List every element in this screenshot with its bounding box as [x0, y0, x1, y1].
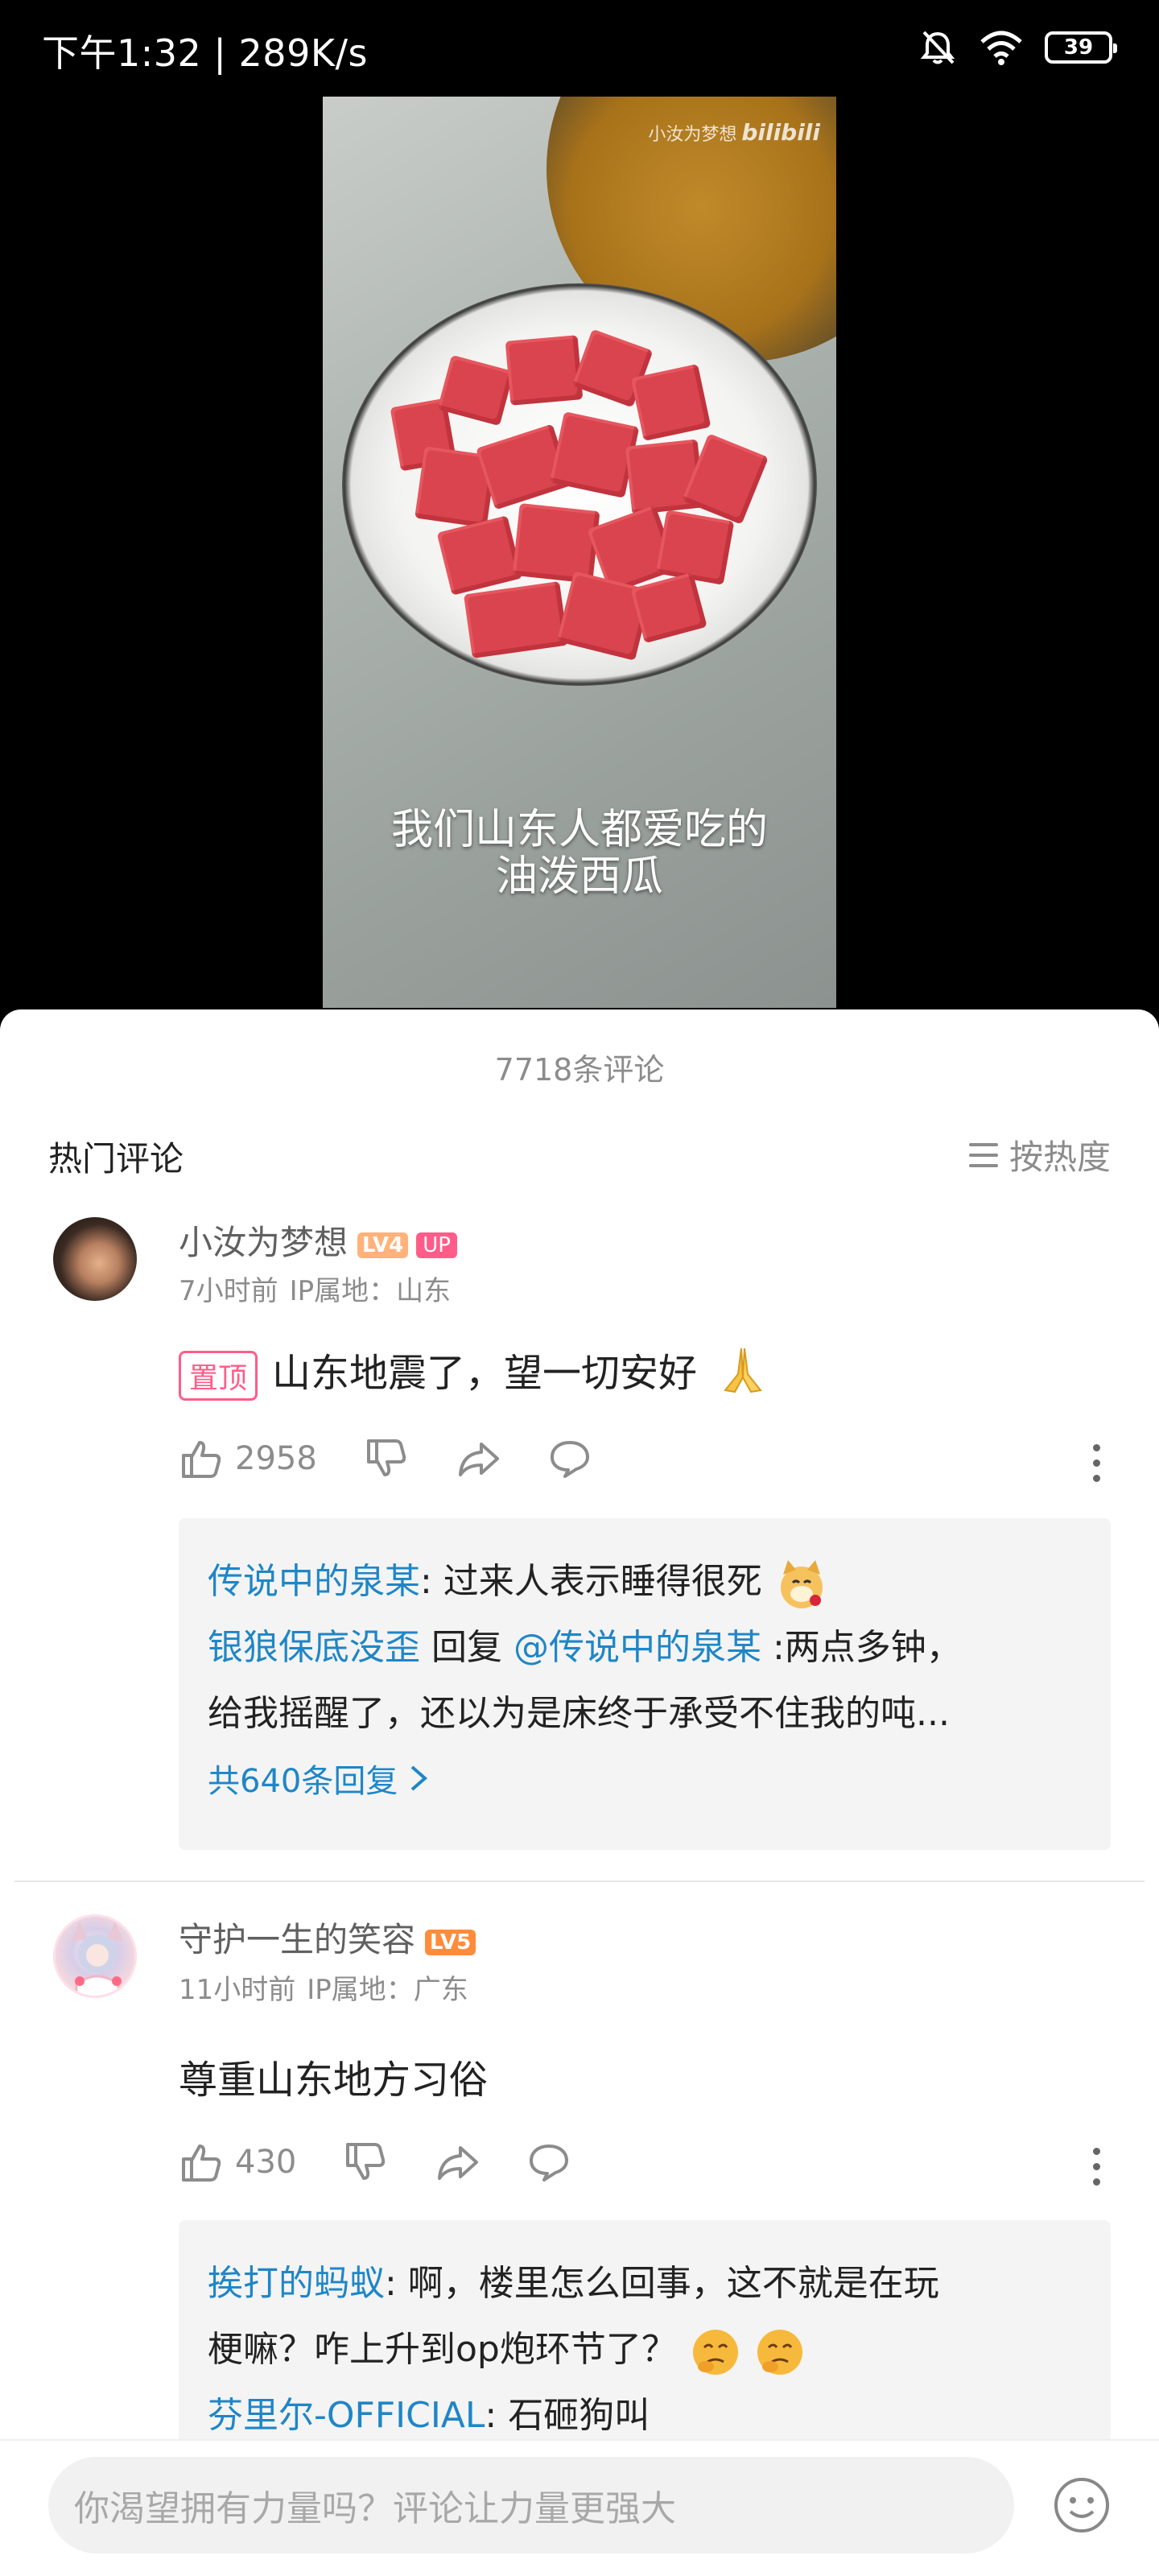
comment-username[interactable]: 守护一生的笑容 LV5: [179, 1913, 476, 1962]
reply-mention[interactable]: @传说中的泉某: [514, 1627, 761, 1668]
mute-bell-icon: [920, 31, 955, 64]
comment-bubble-icon: [530, 2145, 569, 2182]
up-badge: UP: [416, 1232, 457, 1258]
thumbs-up-icon: [182, 2145, 221, 2182]
wifi-icon: [980, 31, 1022, 65]
comment-sheet: 7718条评论 热门评论 按热度 小汝为梦想 LV4 UP 7小时前 IP属地：山东 …: [0, 1009, 1159, 2576]
video-player[interactable]: 小汝为梦想 bilibili 我们山东人都爱吃的 油泼西瓜: [323, 97, 836, 1008]
reply-item: 挨打的蚂蚁: 啊，楼里怎么回事，这不就是在玩: [208, 2263, 939, 2304]
doge-rose-emoji-icon: [773, 1557, 827, 1610]
view-all-replies-link[interactable]: 共640条回复: [208, 1755, 1082, 1802]
sort-button[interactable]: 按热度: [968, 1130, 1111, 1179]
like-button[interactable]: 430: [179, 2140, 296, 2185]
comment-text: 置顶 山东地震了，望一切安好: [179, 1341, 769, 1406]
reply-button[interactable]: [526, 2140, 571, 2185]
thumbs-down-icon: [346, 2143, 386, 2180]
reply-item: 给我摇醒了，还以为是床终于承受不住我的吨...: [208, 1693, 950, 1734]
thumbs-up-icon: [182, 1441, 221, 1478]
status-time-speed: 下午1:32 | 289K/s: [42, 31, 368, 75]
reply-preview[interactable]: 传说中的泉某: 过来人表示睡得很死 银狼保底没歪 回复 @传说中的泉某 :两点多…: [179, 1518, 1111, 1850]
anime-avatar-icon: [72, 1922, 123, 1996]
like-button[interactable]: 2958: [179, 1436, 317, 1481]
share-button[interactable]: [456, 1436, 501, 1481]
reply-username[interactable]: 芬里尔-OFFICIAL: [208, 2395, 485, 2436]
emoji-face-icon[interactable]: [1053, 2476, 1111, 2534]
pray-hands-icon: [717, 1345, 769, 1406]
comment-divider: [14, 1880, 1145, 1882]
reply-button[interactable]: [547, 1436, 592, 1481]
video-watermark: 小汝为梦想 bilibili: [648, 119, 820, 146]
comment-username[interactable]: 小汝为梦想 LV4 UP: [179, 1216, 457, 1265]
pinned-badge: 置顶: [179, 1351, 258, 1401]
share-button[interactable]: [435, 2140, 480, 2185]
hot-comments-title: 热门评论: [48, 1139, 184, 1179]
comment-meta: 11小时前 IP属地：广东: [179, 1974, 468, 2006]
sort-label: 按热度: [1008, 1137, 1111, 1177]
comment-count: 7718条评论: [494, 1052, 665, 1088]
avatar[interactable]: [53, 1217, 137, 1301]
thinking-face-emoji-icon: [753, 2325, 806, 2378]
comment-bubble-icon: [550, 1441, 589, 1478]
level-badge: LV5: [425, 1929, 476, 1955]
reply-item: 传说中的泉某: 过来人表示睡得很死: [208, 1549, 1082, 1615]
more-options-icon[interactable]: [1093, 1444, 1103, 1482]
comment-text: 尊重山东地方习俗: [179, 2058, 489, 2103]
like-count: 430: [235, 2144, 297, 2181]
video-subtitle: 我们山东人都爱吃的 油泼西瓜: [390, 806, 768, 901]
chevron-right-icon: [411, 1765, 428, 1791]
reply-item: 银狼保底没歪 回复 @传说中的泉某 :两点多钟，: [208, 1627, 962, 1668]
share-icon: [458, 1443, 499, 1476]
comment-actions: 2958: [179, 1436, 639, 1481]
thinking-face-emoji-icon: [688, 2325, 741, 2378]
sort-icon: [968, 1142, 998, 1167]
more-options-icon[interactable]: [1093, 2148, 1103, 2186]
battery-icon: 39: [1045, 31, 1117, 64]
reply-username[interactable]: 挨打的蚂蚁: [208, 2263, 385, 2304]
status-icons: 39: [918, 27, 1117, 68]
level-badge: LV4: [357, 1232, 409, 1258]
bilibili-logo: bilibili: [741, 119, 820, 146]
reply-item: 梗嘛？咋上升到op炮环节了？: [208, 2317, 1082, 2383]
share-icon: [438, 2146, 479, 2180]
comment-meta: 7小时前 IP属地：山东: [179, 1275, 452, 1307]
status-bar: 下午1:32 | 289K/s 39: [0, 0, 1159, 97]
dislike-button[interactable]: [343, 2140, 388, 2185]
comment-input[interactable]: 你渴望拥有力量吗？评论让力量更强大: [48, 2457, 1014, 2553]
thumbs-down-icon: [366, 1439, 406, 1476]
comment-actions: 430: [179, 2140, 618, 2185]
avatar[interactable]: [53, 1914, 137, 1998]
dislike-button[interactable]: [364, 1436, 409, 1481]
comment-input-bar: 你渴望拥有力量吗？评论让力量更强大: [0, 2439, 1159, 2576]
reply-username[interactable]: 传说中的泉某: [208, 1561, 420, 1602]
reply-username[interactable]: 银狼保底没歪: [208, 1627, 420, 1668]
like-count: 2958: [235, 1440, 317, 1477]
